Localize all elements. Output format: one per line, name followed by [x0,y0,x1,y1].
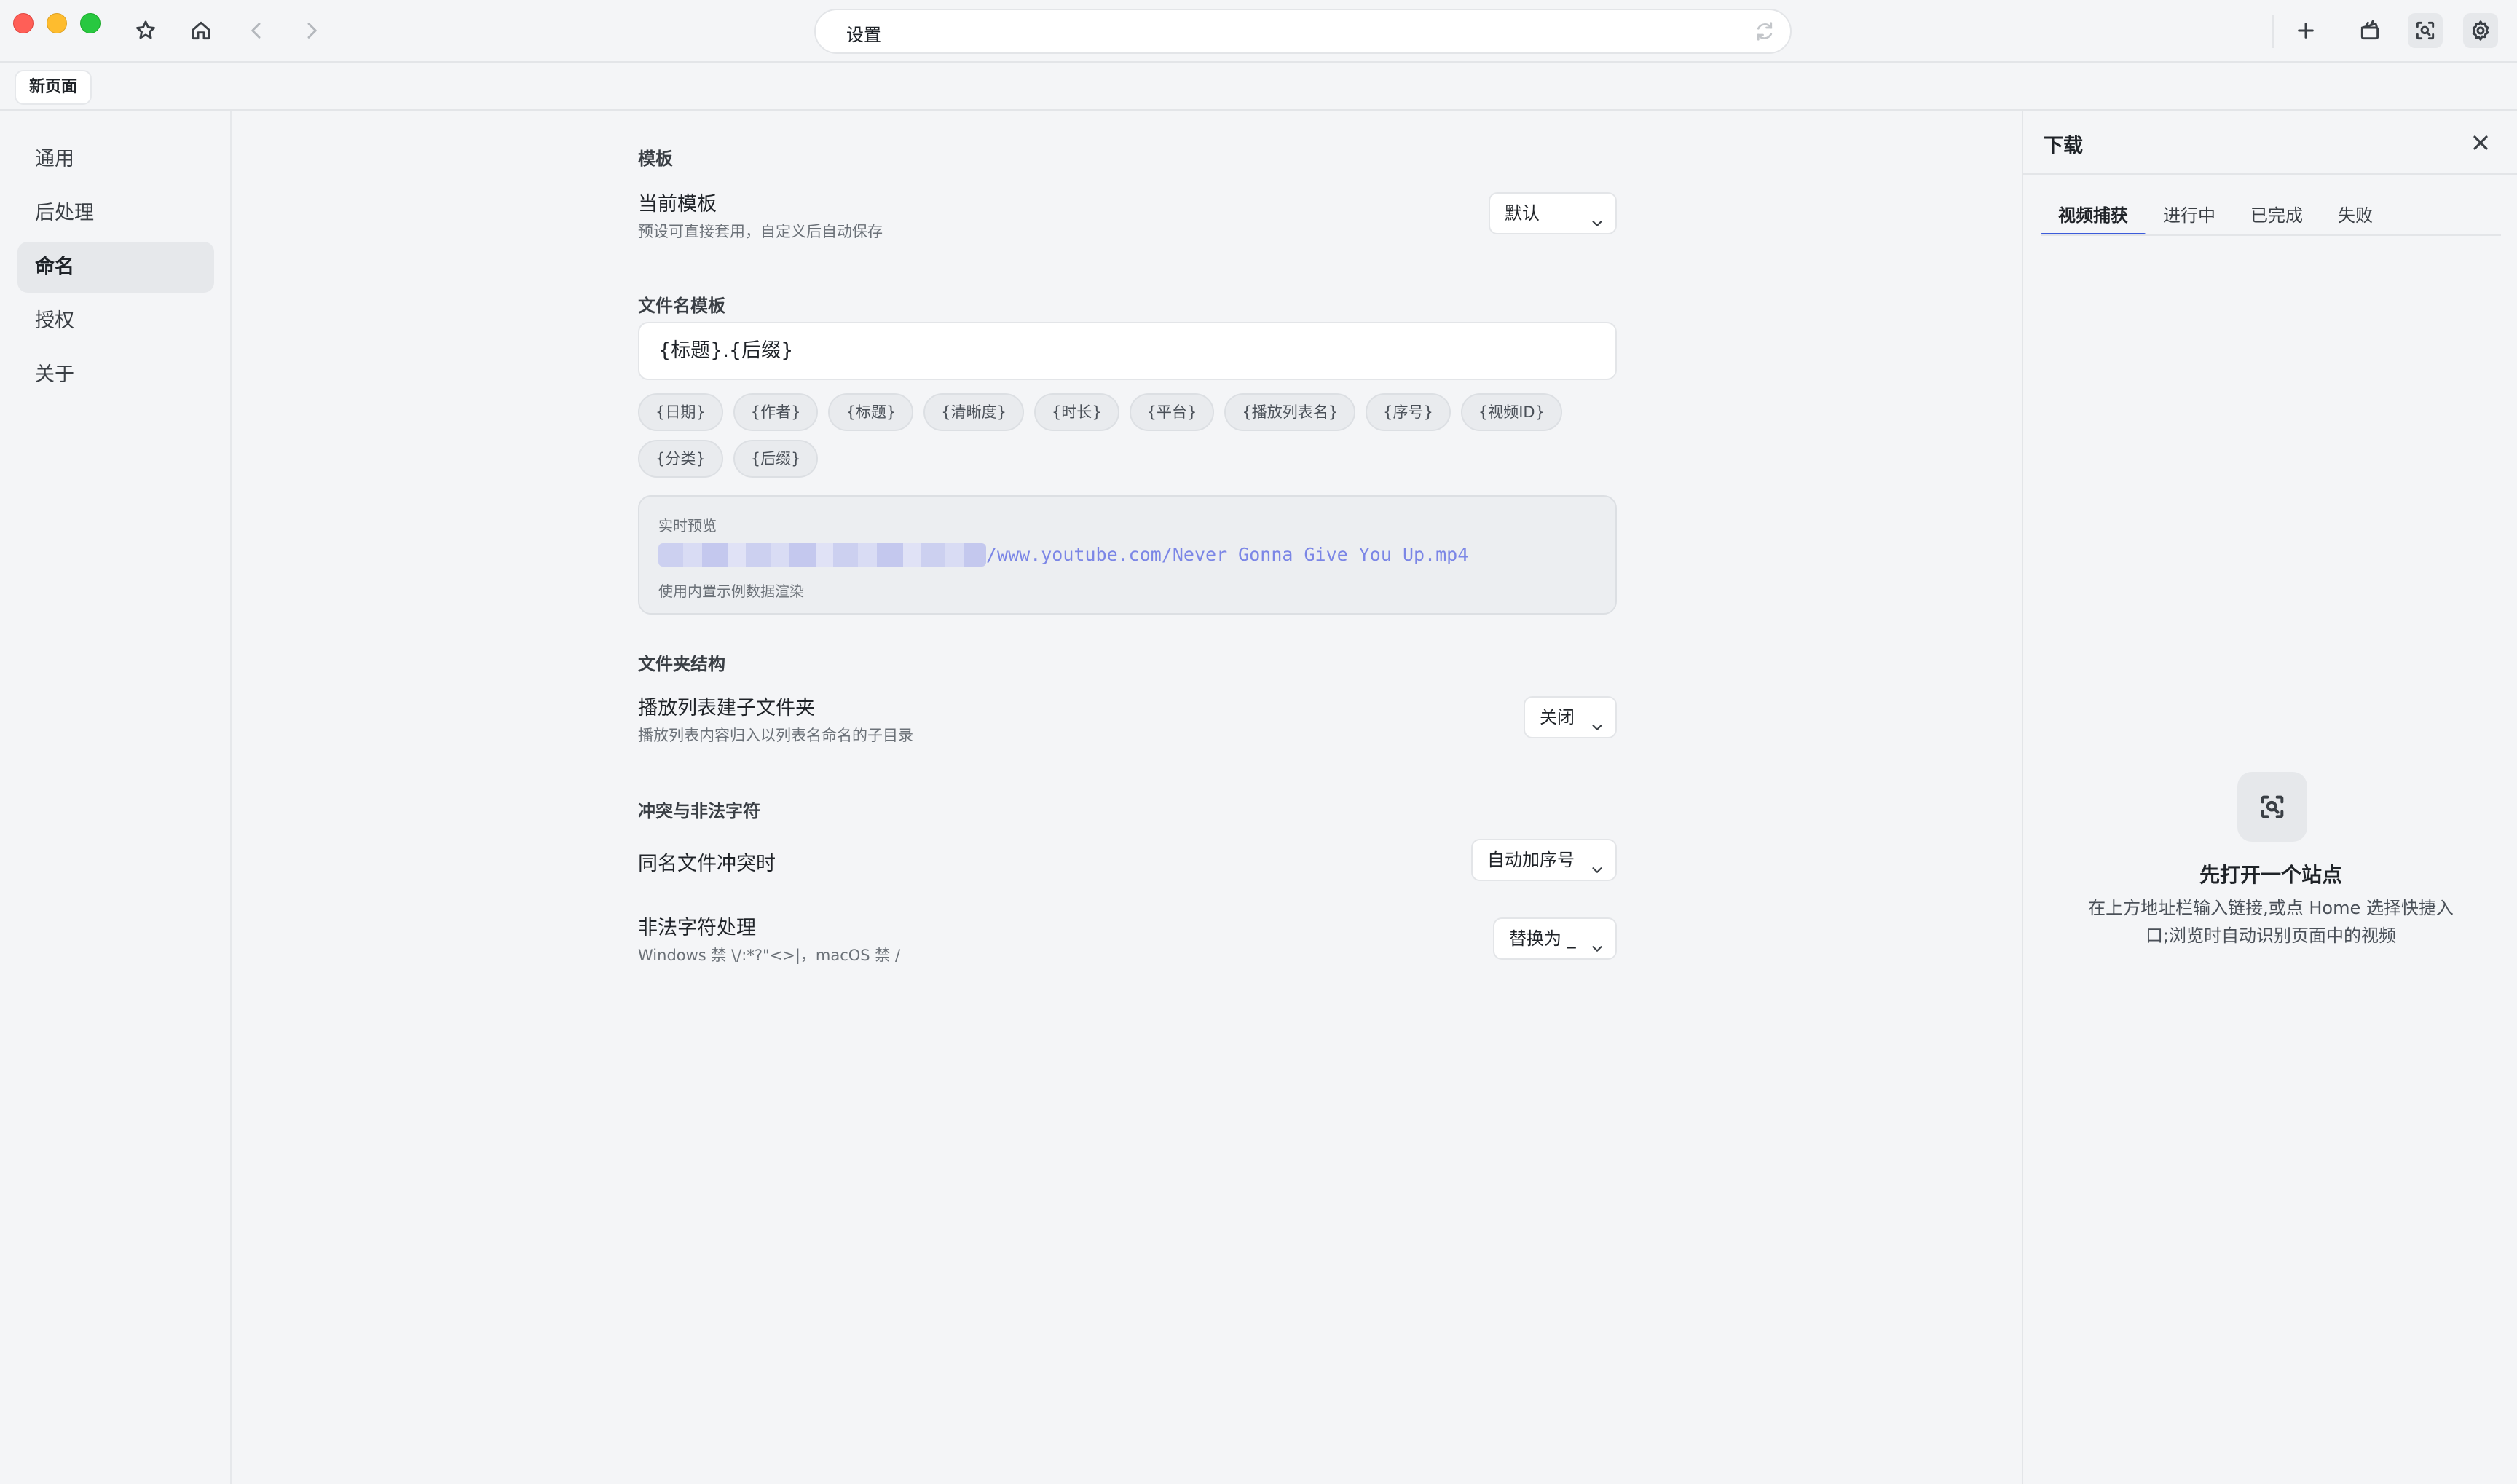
token-video-id[interactable]: {视频ID} [1460,393,1562,431]
minimize-window-button[interactable] [47,13,67,33]
downloads-panel: 下载 视频捕获 进行中 已完成 失败 先打开一个站点 在上方地址栏输入链接,或点… [2022,111,2517,1484]
chevron-down-icon [1589,853,1605,873]
settings-sidebar: 通用 后处理 命名 授权 关于 [0,111,232,1484]
sidebar-item-general[interactable]: 通用 [17,134,214,185]
forward-icon[interactable] [294,13,329,48]
home-icon[interactable] [184,13,218,48]
illegal-chars-value: 替换为 _ [1509,928,1576,949]
downloads-title: 下载 [2044,135,2083,157]
title-bar: 设置 [0,0,2517,63]
naming-settings-panel: 模板 当前模板 预设可直接套用，自定义后自动保存 默认 文件名模板 {标题}.{… [233,111,2022,1484]
token-index[interactable]: {序号} [1366,393,1451,431]
sidebar-item-license[interactable]: 授权 [17,296,214,347]
playlist-subfolder-desc: 播放列表内容归入以列表名命名的子目录 [638,727,913,744]
sidebar-item-postprocess[interactable]: 后处理 [17,188,214,239]
conflict-select[interactable]: 自动加序号 [1471,839,1617,881]
back-icon[interactable] [239,13,274,48]
token-category[interactable]: {分类} [638,440,723,478]
chevron-down-icon [1589,931,1605,952]
close-icon[interactable] [2469,131,2492,154]
current-template-label: 当前模板 [638,193,717,216]
downloads-tabs: 视频捕获 进行中 已完成 失败 [2041,197,2390,236]
gear-icon[interactable] [2463,13,2498,48]
divider [2023,173,2517,175]
preview-title: 实时预览 [658,517,717,534]
zoom-window-button[interactable] [80,13,101,33]
address-text[interactable]: 设置 [846,20,881,46]
toolbar-divider [2272,15,2274,48]
star-icon[interactable] [128,13,163,48]
tab-in-progress[interactable]: 进行中 [2146,197,2233,236]
clapper-icon[interactable] [2352,13,2387,48]
token-resolution[interactable]: {清晰度} [923,393,1024,431]
token-title[interactable]: {标题} [828,393,914,431]
conflict-value: 自动加序号 [1487,850,1575,870]
playlist-subfolder-value: 关闭 [1540,707,1575,727]
empty-state-title: 先打开一个站点 [2199,863,2342,887]
token-extension[interactable]: {后缀} [733,440,819,478]
playlist-subfolder-select[interactable]: 关闭 [1524,696,1617,738]
token-row-2: {分类} {后缀} [638,440,819,478]
token-date[interactable]: {日期} [638,393,723,431]
scan-icon[interactable] [2408,13,2443,48]
sidebar-item-naming[interactable]: 命名 [17,242,214,293]
conflict-label: 同名文件冲突时 [638,853,776,875]
chevron-down-icon [1589,206,1605,226]
redacted-path-blur [658,543,986,567]
chevron-down-icon [1589,710,1605,730]
preview-note: 使用内置示例数据渲染 [658,583,804,600]
template-select-value: 默认 [1505,203,1540,224]
tab-video-capture[interactable]: 视频捕获 [2041,197,2146,236]
plus-icon[interactable] [2288,13,2323,48]
section-title-folder: 文件夹结构 [638,654,725,674]
token-playlist[interactable]: {播放列表名} [1224,393,1356,431]
token-row-1: {日期} {作者} {标题} {清晰度} {时长} {平台} {播放列表名} {… [638,393,1562,431]
empty-state-desc: 在上方地址栏输入链接,或点 Home 选择快捷入口;浏览时自动识别页面中的视频 [2088,898,2454,946]
illegal-chars-desc: Windows 禁 \/:*?"<>|，macOS 禁 / [638,947,901,964]
token-duration[interactable]: {时长} [1033,393,1119,431]
tab-bar: 新页面 [0,64,2517,111]
address-bar[interactable]: 设置 [814,9,1792,54]
reload-icon[interactable] [1754,20,1776,42]
sidebar-item-about[interactable]: 关于 [17,350,214,400]
scan-icon [2237,772,2307,842]
tabs-divider [2041,234,2501,236]
token-platform[interactable]: {平台} [1129,393,1215,431]
token-author[interactable]: {作者} [733,393,819,431]
playlist-subfolder-label: 播放列表建子文件夹 [638,697,815,719]
section-title-filename: 文件名模板 [638,296,725,316]
close-window-button[interactable] [13,13,34,33]
section-title-template: 模板 [638,149,673,169]
current-template-desc: 预设可直接套用，自定义后自动保存 [638,223,883,240]
illegal-chars-label: 非法字符处理 [638,917,756,939]
live-preview-box: 实时预览 /www.youtube.com/Never Gonna Give Y… [638,495,1617,615]
tab-completed[interactable]: 已完成 [2233,197,2320,236]
preview-path: /www.youtube.com/Never Gonna Give You Up… [986,544,1469,565]
template-select[interactable]: 默认 [1489,192,1617,234]
section-title-conflict: 冲突与非法字符 [638,801,760,821]
tab-failed[interactable]: 失败 [2320,197,2390,236]
filename-template-input[interactable]: {标题}.{后缀} [638,322,1617,380]
illegal-chars-select[interactable]: 替换为 _ [1493,917,1617,960]
tab-new-page[interactable]: 新页面 [15,70,92,105]
